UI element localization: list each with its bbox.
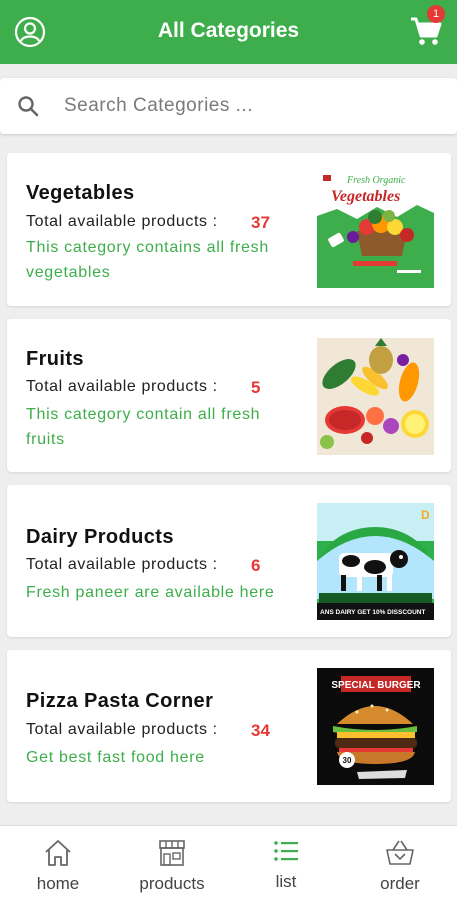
svg-text:D: D xyxy=(421,508,430,522)
banner-line-2: Vegetables xyxy=(331,188,400,205)
product-count: 37 xyxy=(251,213,270,232)
category-name: Fruits xyxy=(26,348,84,370)
category-description: This category contains all fresh vegetab… xyxy=(26,239,269,281)
list-icon xyxy=(274,841,298,861)
nav-label-products: products xyxy=(139,874,205,893)
total-products-label: Total available products : xyxy=(26,378,218,395)
total-products-label: Total available products : xyxy=(26,556,218,573)
category-image-dairy: ANS DAIRY GET 10% DISSCOUNT D xyxy=(317,503,434,620)
banner-title: SPECIAL BURGER xyxy=(331,680,421,691)
category-card-dairy-products[interactable]: Dairy Products Total available products … xyxy=(7,485,451,637)
product-count: 5 xyxy=(251,378,261,397)
nav-item-home[interactable]: home xyxy=(8,838,108,894)
cart-badge: 1 xyxy=(427,5,445,23)
page-title: All Categories xyxy=(157,19,300,42)
category-description: This category contain all fresh fruits xyxy=(26,406,261,448)
category-name: Pizza Pasta Corner xyxy=(26,690,214,712)
total-products-label: Total available products : xyxy=(26,721,218,738)
search-bar xyxy=(0,78,457,134)
category-image-fruits xyxy=(317,338,434,455)
nav-label-order: order xyxy=(380,874,420,893)
category-description: Get best fast food here xyxy=(26,749,205,766)
category-image-burger: SPECIAL BURGER 30 xyxy=(317,668,434,785)
total-products-label: Total available products : xyxy=(26,213,218,230)
category-card-vegetables[interactable]: Vegetables Total available products : 37… xyxy=(7,153,451,306)
product-count: 34 xyxy=(251,721,270,740)
category-name: Dairy Products xyxy=(26,526,174,548)
bottom-navigation: home products list order xyxy=(0,825,457,900)
store-icon xyxy=(159,840,185,866)
home-icon xyxy=(45,840,71,866)
nav-label-home: home xyxy=(36,874,80,893)
nav-item-list[interactable]: list xyxy=(236,836,336,892)
banner-text: ANS DAIRY GET 10% DISSCOUNT xyxy=(320,609,425,616)
basket-icon xyxy=(386,840,414,865)
search-input[interactable] xyxy=(64,88,434,124)
category-description: Fresh paneer are available here xyxy=(26,584,275,601)
app-bar: All Categories 1 xyxy=(0,0,457,64)
category-card-fruits[interactable]: Fruits Total available products : 5 This… xyxy=(7,319,451,472)
nav-item-products[interactable]: products xyxy=(122,838,222,894)
nav-item-order[interactable]: order xyxy=(350,838,450,894)
category-card-pizza-pasta-corner[interactable]: Pizza Pasta Corner Total available produ… xyxy=(7,650,451,802)
category-name: Vegetables xyxy=(26,182,135,204)
price-badge: 30 xyxy=(343,756,352,765)
category-image-vegetables: Fresh Organic Vegetables xyxy=(317,171,434,288)
search-icon[interactable] xyxy=(16,94,40,118)
nav-label-list: list xyxy=(275,872,297,891)
banner-line-1: Fresh Organic xyxy=(346,175,406,186)
product-count: 6 xyxy=(251,556,261,575)
